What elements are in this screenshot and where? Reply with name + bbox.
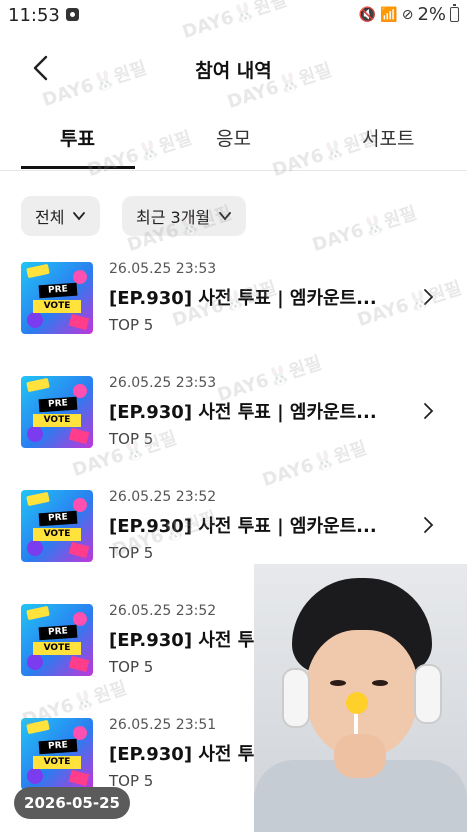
entry-title: [EP.930] 사전 투표 | 엠카운트... xyxy=(109,402,377,423)
page-title: 참여 내역 xyxy=(195,60,272,82)
thumb-pre-text: PRE xyxy=(38,738,78,755)
event-thumbnail: PRE VOTE xyxy=(21,262,93,334)
list-item[interactable]: PRE VOTE 26.05.25 23:53 [EP.930] 사전 투표 | … xyxy=(0,372,467,468)
status-icons: 🔇 📶 ⊘ 2% xyxy=(359,4,459,25)
entry-title: [EP.930] 사전 투 xyxy=(109,744,255,765)
thumb-pre-text: PRE xyxy=(38,624,78,641)
entry-title: [EP.930] 사전 투표 | 엠카운트... xyxy=(109,288,377,309)
tab-bar: 투표 응모 서포트 xyxy=(0,112,467,171)
thumb-vote-text: VOTE xyxy=(33,642,81,655)
date-badge: 2026-05-25 xyxy=(14,787,130,819)
chevron-down-icon xyxy=(219,212,232,221)
thumb-vote-text: VOTE xyxy=(33,756,81,769)
entry-title: [EP.930] 사전 투 xyxy=(109,630,255,651)
thumb-pre-text: PRE xyxy=(38,510,78,527)
chevron-right-icon xyxy=(424,403,434,419)
entry-rank: TOP 5 xyxy=(109,544,154,562)
entry-title: [EP.930] 사전 투표 | 엠카운트... xyxy=(109,516,377,537)
entry-date: 26.05.25 23:53 xyxy=(109,375,217,391)
event-thumbnail: PRE VOTE xyxy=(21,604,93,676)
entry-date: 26.05.25 23:52 xyxy=(109,489,217,505)
type-filter-dropdown[interactable]: 전체 xyxy=(21,196,101,236)
tab-support[interactable]: 서포트 xyxy=(362,124,414,151)
event-thumbnail: PRE VOTE xyxy=(21,490,93,562)
chevron-right-icon xyxy=(424,517,434,533)
list-item[interactable]: PRE VOTE 26.05.25 23:53 [EP.930] 사전 투표 | … xyxy=(0,258,467,354)
event-thumbnail: PRE VOTE xyxy=(21,376,93,448)
entry-date: 26.05.25 23:53 xyxy=(109,261,217,277)
tab-vote[interactable]: 투표 xyxy=(60,124,95,151)
thumb-vote-text: VOTE xyxy=(33,528,81,541)
page-header: 참여 내역 xyxy=(0,40,467,96)
mute-icon: 🔇 xyxy=(358,6,377,23)
video-overlay-photo[interactable] xyxy=(254,564,467,832)
entry-date: 26.05.25 23:51 xyxy=(109,717,217,733)
status-bar: 11:53 🔇 📶 ⊘ 2% xyxy=(0,0,467,32)
status-time: 11:53 xyxy=(8,5,60,26)
entry-rank: TOP 5 xyxy=(109,316,154,334)
entry-rank: TOP 5 xyxy=(109,658,154,676)
type-filter-label: 전체 xyxy=(35,208,65,227)
thumb-vote-text: VOTE xyxy=(33,414,81,427)
do-not-disturb-icon: ⊘ xyxy=(401,6,414,23)
active-tab-indicator xyxy=(21,166,135,169)
battery-percent: 2% xyxy=(417,4,446,25)
thumb-pre-text: PRE xyxy=(38,396,78,413)
period-filter-dropdown[interactable]: 최근 3개월 xyxy=(122,196,247,236)
thumb-pre-text: PRE xyxy=(38,282,78,299)
filter-bar: 전체 최근 3개월 xyxy=(0,196,467,238)
notification-icon xyxy=(66,8,79,21)
period-filter-label: 최근 3개월 xyxy=(136,208,211,227)
battery-icon xyxy=(450,4,459,22)
entry-rank: TOP 5 xyxy=(109,430,154,448)
chevron-right-icon xyxy=(424,289,434,305)
chevron-down-icon xyxy=(73,212,86,221)
tab-entry[interactable]: 응모 xyxy=(216,124,251,151)
wifi-icon: 📶 xyxy=(380,6,398,23)
entry-date: 26.05.25 23:52 xyxy=(109,603,217,619)
event-thumbnail: PRE VOTE xyxy=(21,718,93,790)
thumb-vote-text: VOTE xyxy=(33,300,81,313)
